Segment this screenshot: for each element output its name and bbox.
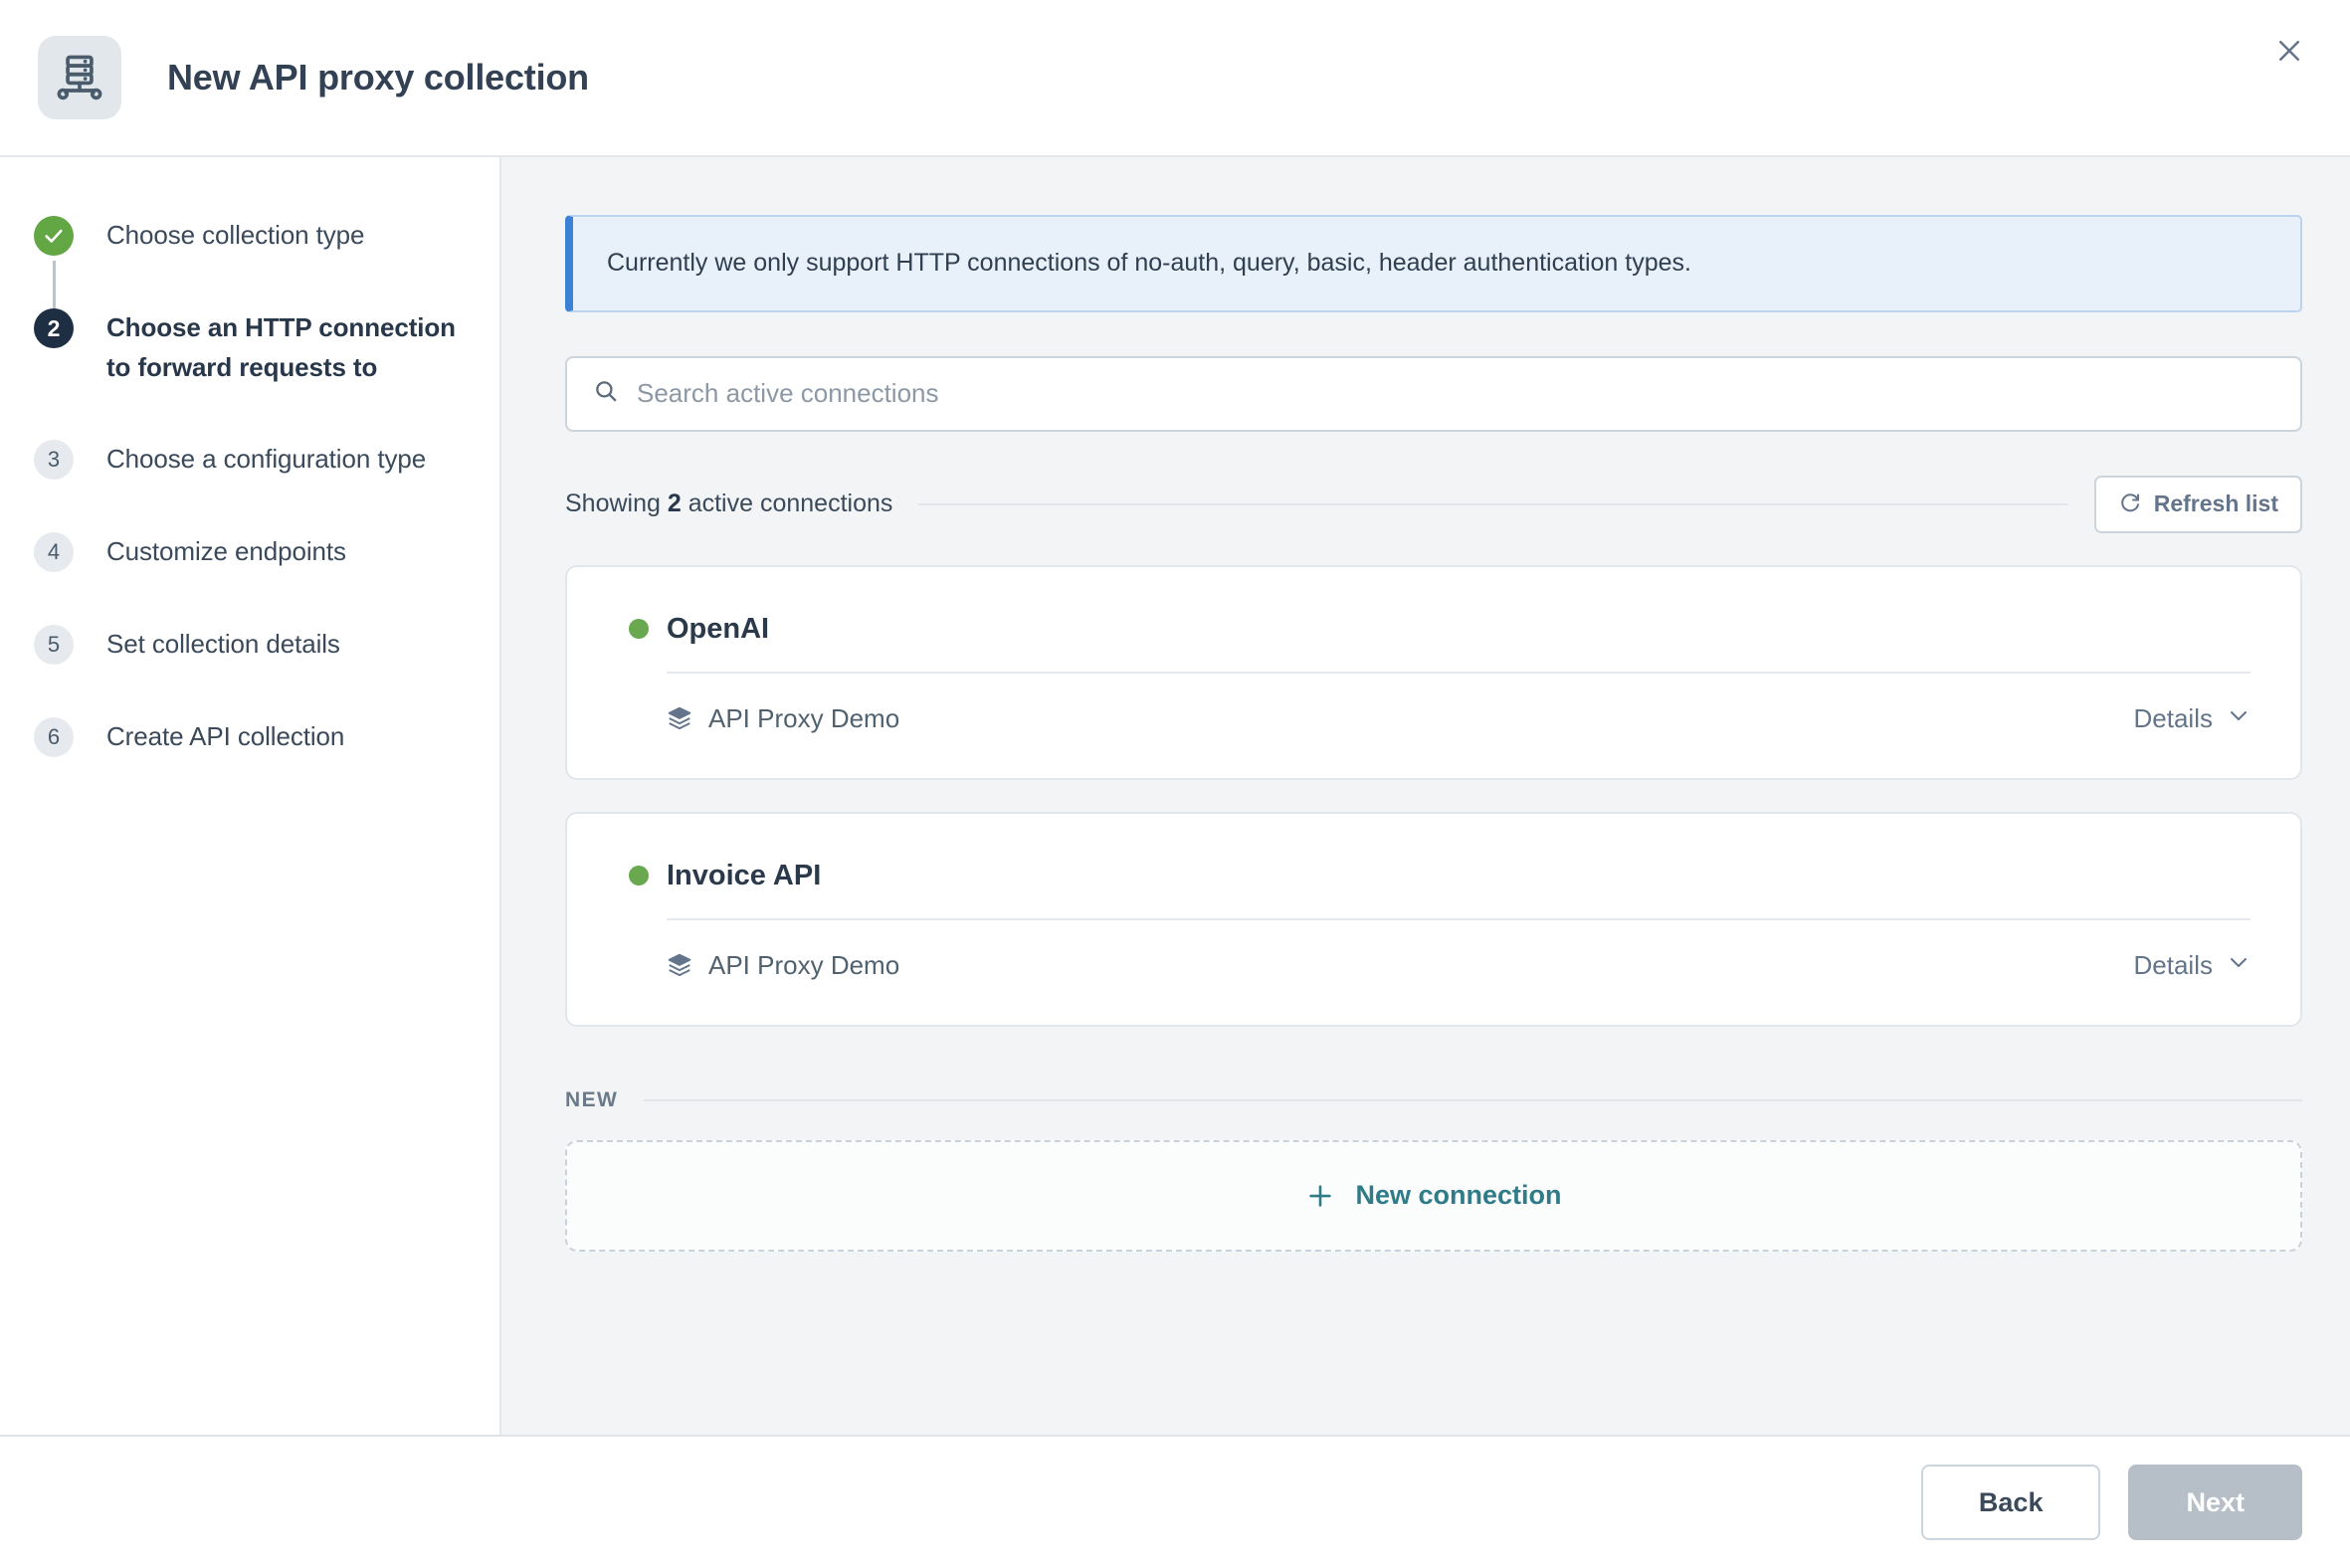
- new-section-label: NEW: [565, 1087, 619, 1111]
- divider: [918, 502, 2068, 505]
- refresh-list-button[interactable]: Refresh list: [2093, 475, 2302, 533]
- main-content: Currently we only support HTTP connectio…: [501, 157, 2350, 1435]
- chevron-down-icon: [2227, 950, 2251, 981]
- new-section-header: NEW: [565, 1088, 2302, 1112]
- connections-count-text: Showing 2 active connections: [565, 490, 892, 518]
- connection-card-header: Invoice API: [607, 848, 2260, 918]
- step-marker-number: 4: [34, 532, 74, 572]
- step-marker-check-icon: [34, 216, 74, 256]
- connections-count-row: Showing 2 active connections Refresh lis…: [565, 475, 2302, 533]
- modal-footer: Back Next: [0, 1437, 2350, 1568]
- sidebar-step-choose-collection-type[interactable]: Choose collection type: [34, 215, 470, 312]
- connection-item-row[interactable]: API Proxy Demo Details: [607, 674, 2260, 748]
- sidebar-step-label: Choose collection type: [106, 220, 365, 250]
- divider: [644, 1098, 2302, 1101]
- sidebar-step-label: Set collection details: [106, 629, 340, 659]
- details-toggle-button[interactable]: Details: [2134, 703, 2251, 734]
- step-marker-number: 3: [34, 440, 74, 480]
- plus-icon: [1305, 1181, 1335, 1211]
- sidebar-step-label: Create API collection: [106, 721, 345, 751]
- sidebar-step-set-collection-details[interactable]: 5 Set collection details: [34, 624, 470, 665]
- layers-icon: [667, 952, 692, 978]
- server-rack-icon: [38, 36, 121, 119]
- status-dot-icon: [629, 866, 649, 886]
- info-banner: Currently we only support HTTP connectio…: [565, 215, 2302, 312]
- back-button[interactable]: Back: [1920, 1465, 2101, 1540]
- status-dot-icon: [629, 619, 649, 640]
- sidebar-step-choose-http-connection[interactable]: 2 Choose an HTTP connection to forward r…: [34, 307, 470, 387]
- new-connection-button[interactable]: New connection: [565, 1139, 2302, 1252]
- layers-icon: [667, 705, 692, 731]
- count-value: 2: [667, 490, 682, 518]
- search-input[interactable]: [637, 378, 2274, 410]
- count-suffix: active connections: [681, 490, 893, 518]
- search-icon: [593, 378, 619, 409]
- refresh-icon: [2118, 490, 2142, 519]
- next-button[interactable]: Next: [2128, 1465, 2302, 1540]
- new-connection-label: New connection: [1355, 1180, 1562, 1211]
- sidebar-step-label: Choose a configuration type: [106, 444, 427, 474]
- sidebar-step-label: Choose an HTTP connection to forward req…: [106, 312, 456, 382]
- sidebar-step-customize-endpoints[interactable]: 4 Customize endpoints: [34, 531, 470, 572]
- sidebar-step-create-api-collection[interactable]: 6 Create API collection: [34, 716, 470, 757]
- refresh-list-label: Refresh list: [2153, 490, 2278, 517]
- step-marker-number: 6: [34, 717, 74, 757]
- connection-card-header: OpenAI: [607, 601, 2260, 672]
- connection-item-label: API Proxy Demo: [708, 949, 900, 980]
- page-title: New API proxy collection: [167, 57, 589, 98]
- connection-card[interactable]: Invoice API API Proxy Demo Details: [565, 811, 2302, 1027]
- details-label: Details: [2133, 702, 2213, 733]
- modal-header: New API proxy collection: [0, 0, 2350, 157]
- sidebar-step-choose-configuration-type[interactable]: 3 Choose a configuration type: [34, 439, 470, 480]
- close-icon[interactable]: [2266, 28, 2312, 74]
- search-connections-field[interactable]: [565, 355, 2302, 432]
- connection-card[interactable]: OpenAI API Proxy Demo Details: [565, 564, 2302, 780]
- details-label: Details: [2133, 949, 2213, 980]
- modal-body: Choose collection type 2 Choose an HTTP …: [0, 157, 2350, 1437]
- connection-name: OpenAI: [667, 612, 770, 645]
- connection-item-row[interactable]: API Proxy Demo Details: [607, 920, 2260, 995]
- sidebar-step-label: Customize endpoints: [106, 536, 346, 566]
- count-prefix: Showing: [565, 490, 668, 518]
- step-marker-number: 2: [34, 308, 74, 348]
- modal-window: New API proxy collection Choose collecti…: [0, 0, 2350, 1568]
- connection-item-label: API Proxy Demo: [708, 702, 900, 733]
- step-marker-number: 5: [34, 625, 74, 665]
- step-connector-line: [53, 261, 56, 312]
- connection-name: Invoice API: [667, 859, 822, 891]
- chevron-down-icon: [2227, 703, 2251, 734]
- wizard-steps-sidebar: Choose collection type 2 Choose an HTTP …: [0, 157, 501, 1435]
- details-toggle-button[interactable]: Details: [2134, 950, 2251, 981]
